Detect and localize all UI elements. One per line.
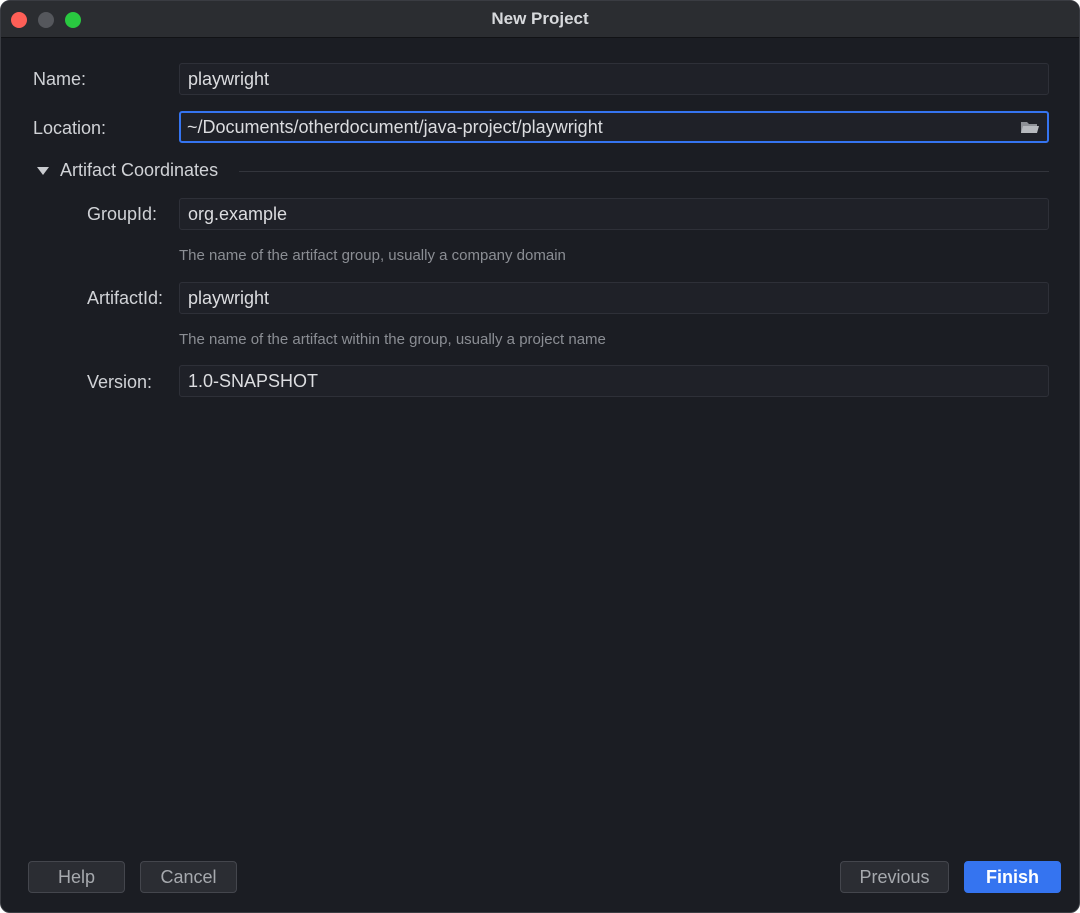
groupid-hint: The name of the artifact group, usually …	[179, 247, 566, 264]
cancel-button[interactable]: Cancel	[140, 861, 237, 893]
name-input[interactable]: playwright	[179, 63, 1049, 95]
section-divider	[239, 171, 1049, 172]
location-input[interactable]: ~/Documents/otherdocument/java-project/p…	[179, 111, 1049, 143]
version-label: Version:	[87, 372, 153, 392]
title-bar: New Project	[1, 1, 1079, 38]
window-title: New Project	[491, 9, 589, 28]
artifactid-label: ArtifactId:	[87, 288, 164, 308]
help-button[interactable]: Help	[28, 861, 125, 893]
artifact-coordinates-label: Artifact Coordinates	[60, 160, 219, 180]
new-project-dialog: New Project Name: playwright Location: ~…	[0, 0, 1080, 913]
finish-button[interactable]: Finish	[964, 861, 1061, 893]
folder-icon[interactable]	[1020, 119, 1040, 135]
version-input[interactable]: 1.0-SNAPSHOT	[179, 365, 1049, 397]
artifactid-input[interactable]: playwright	[179, 282, 1049, 314]
name-label: Name:	[33, 69, 87, 89]
groupid-input[interactable]: org.example	[179, 198, 1049, 230]
groupid-label: GroupId:	[87, 204, 158, 224]
location-label: Location:	[33, 118, 107, 138]
expand-caret-icon	[37, 167, 49, 175]
previous-button[interactable]: Previous	[840, 861, 949, 893]
location-input-value: ~/Documents/otherdocument/java-project/p…	[187, 117, 603, 137]
artifactid-hint: The name of the artifact within the grou…	[179, 331, 606, 348]
